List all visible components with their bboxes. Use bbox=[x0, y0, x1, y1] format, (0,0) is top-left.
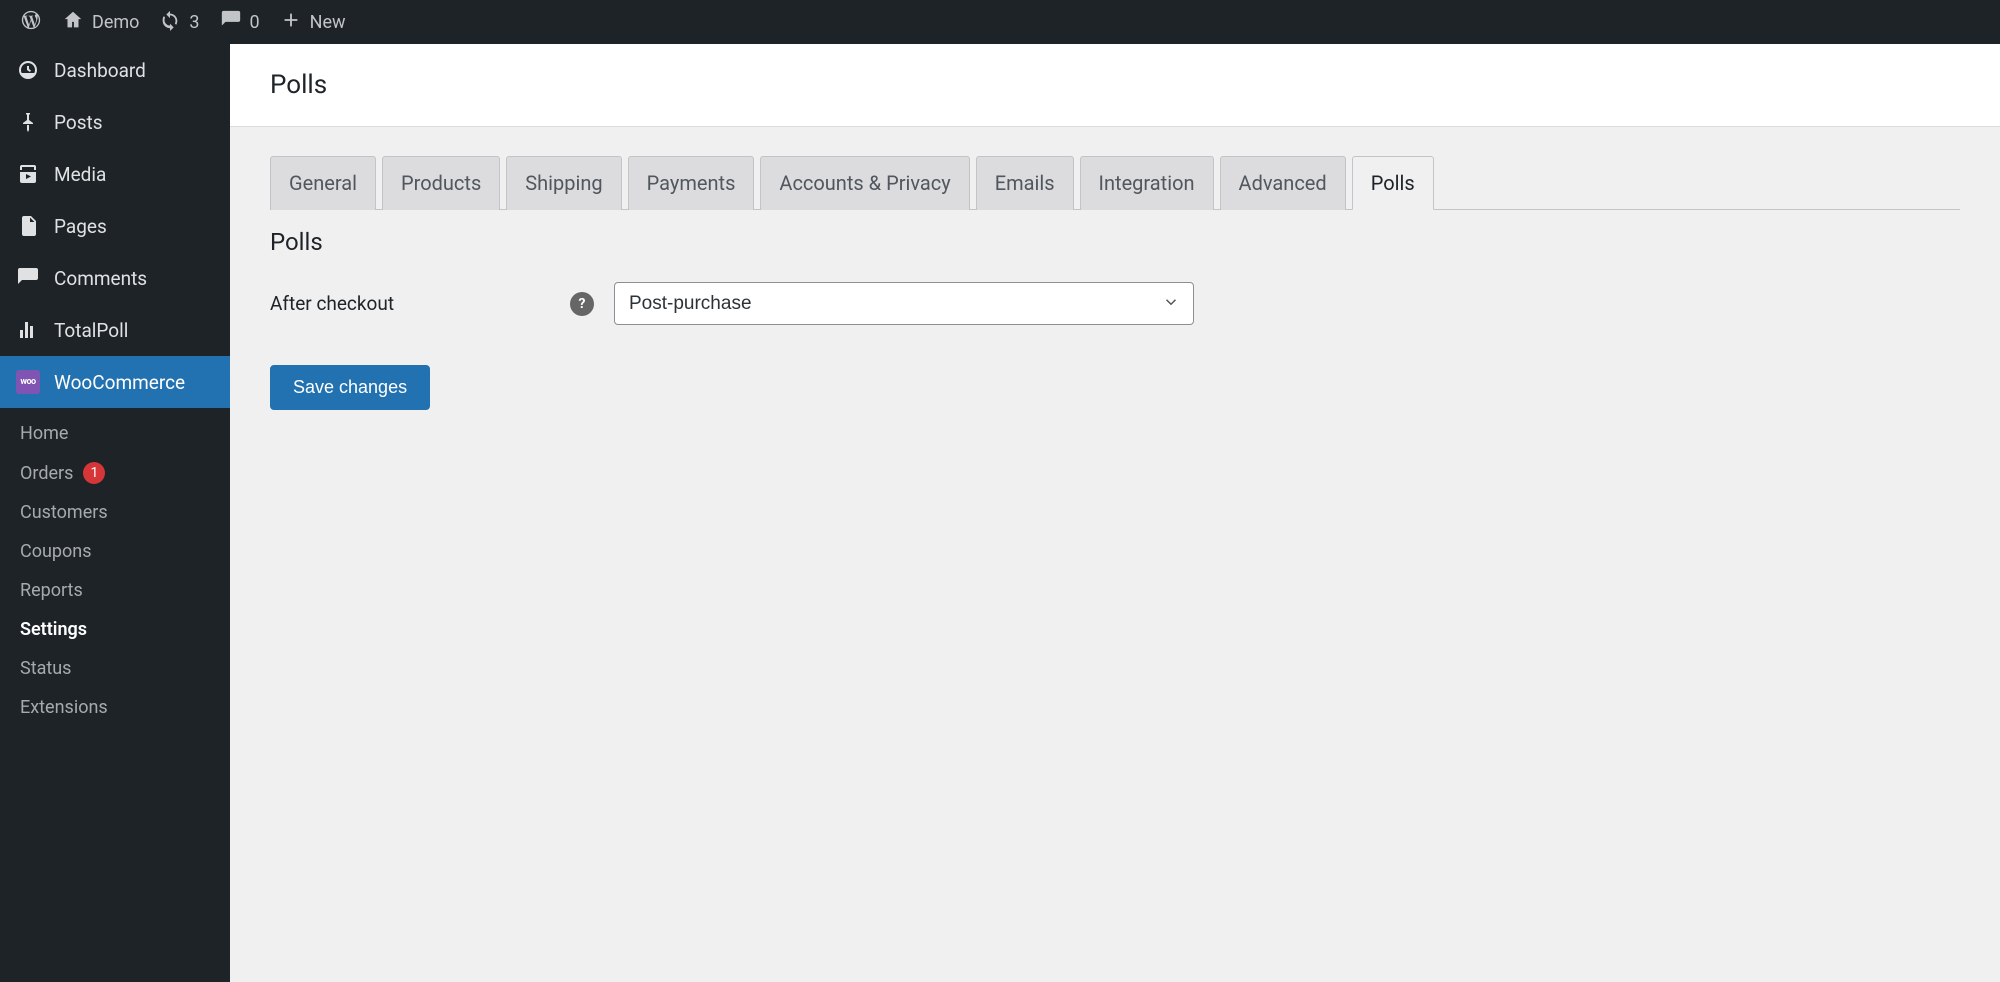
updates-link[interactable]: 3 bbox=[149, 0, 209, 44]
submenu-item-extensions[interactable]: Extensions bbox=[0, 688, 230, 727]
tab-shipping[interactable]: Shipping bbox=[506, 156, 621, 210]
sidebar-item-totalpoll[interactable]: TotalPoll bbox=[0, 304, 230, 356]
home-icon bbox=[62, 9, 84, 36]
media-icon bbox=[16, 162, 40, 186]
orders-count-badge: 1 bbox=[83, 462, 105, 484]
tab-products[interactable]: Products bbox=[382, 156, 500, 210]
submenu-item-customers[interactable]: Customers bbox=[0, 493, 230, 532]
submenu-item-coupons[interactable]: Coupons bbox=[0, 532, 230, 571]
sidebar-item-label: WooCommerce bbox=[54, 371, 185, 394]
site-home-link[interactable]: Demo bbox=[52, 0, 149, 44]
after-checkout-label: After checkout bbox=[270, 292, 570, 315]
dashboard-icon bbox=[16, 58, 40, 82]
sidebar-item-pages[interactable]: Pages bbox=[0, 200, 230, 252]
tab-accounts-privacy[interactable]: Accounts & Privacy bbox=[760, 156, 969, 210]
submenu-item-home[interactable]: Home bbox=[0, 414, 230, 453]
help-icon[interactable]: ? bbox=[570, 292, 594, 316]
woocommerce-icon: woo bbox=[16, 370, 40, 394]
sidebar-item-label: Dashboard bbox=[54, 59, 146, 82]
new-label: New bbox=[310, 12, 346, 33]
after-checkout-select[interactable]: Post-purchase bbox=[614, 282, 1194, 325]
sidebar-item-label: Pages bbox=[54, 215, 107, 238]
sidebar-item-dashboard[interactable]: Dashboard bbox=[0, 44, 230, 96]
page-title: Polls bbox=[270, 70, 1960, 100]
wordpress-logo[interactable] bbox=[10, 0, 52, 44]
sidebar-item-label: TotalPoll bbox=[54, 319, 128, 342]
sidebar-item-media[interactable]: Media bbox=[0, 148, 230, 200]
barchart-icon bbox=[16, 318, 40, 342]
page-header: Polls bbox=[230, 44, 2000, 127]
comments-count: 0 bbox=[250, 12, 260, 33]
tab-integration[interactable]: Integration bbox=[1080, 156, 1214, 210]
section-heading: Polls bbox=[270, 228, 1960, 256]
submenu-item-orders[interactable]: Orders 1 bbox=[0, 453, 230, 493]
main-content: Polls General Products Shipping Payments… bbox=[230, 44, 2000, 982]
new-content-link[interactable]: New bbox=[270, 0, 356, 44]
admin-toolbar: Demo 3 0 New bbox=[0, 0, 2000, 44]
sidebar-item-posts[interactable]: Posts bbox=[0, 96, 230, 148]
sidebar-item-woocommerce[interactable]: woo WooCommerce bbox=[0, 356, 230, 408]
pages-icon bbox=[16, 214, 40, 238]
updates-count: 3 bbox=[189, 12, 199, 33]
admin-sidebar: Dashboard Posts Media Pages Comments Tot… bbox=[0, 44, 230, 982]
plus-icon bbox=[280, 9, 302, 36]
submenu-item-status[interactable]: Status bbox=[0, 649, 230, 688]
sidebar-item-label: Posts bbox=[54, 111, 103, 134]
tab-payments[interactable]: Payments bbox=[628, 156, 755, 210]
pin-icon bbox=[16, 110, 40, 134]
wordpress-icon bbox=[20, 9, 42, 36]
save-changes-button[interactable]: Save changes bbox=[270, 365, 430, 410]
woocommerce-submenu: Home Orders 1 Customers Coupons Reports … bbox=[0, 408, 230, 739]
comment-icon bbox=[220, 9, 242, 36]
comments-link[interactable]: 0 bbox=[210, 0, 270, 44]
after-checkout-row: After checkout ? Post-purchase bbox=[270, 282, 1960, 325]
sidebar-item-label: Comments bbox=[54, 267, 147, 290]
submenu-item-settings[interactable]: Settings bbox=[0, 610, 230, 649]
tab-advanced[interactable]: Advanced bbox=[1220, 156, 1346, 210]
tab-polls[interactable]: Polls bbox=[1352, 156, 1434, 210]
sidebar-item-label: Media bbox=[54, 163, 106, 186]
tab-general[interactable]: General bbox=[270, 156, 376, 210]
tab-emails[interactable]: Emails bbox=[976, 156, 1074, 210]
submenu-item-reports[interactable]: Reports bbox=[0, 571, 230, 610]
site-name: Demo bbox=[92, 12, 139, 33]
refresh-icon bbox=[159, 9, 181, 36]
sidebar-item-comments[interactable]: Comments bbox=[0, 252, 230, 304]
comment-icon bbox=[16, 266, 40, 290]
settings-tabs: General Products Shipping Payments Accou… bbox=[270, 155, 1960, 210]
